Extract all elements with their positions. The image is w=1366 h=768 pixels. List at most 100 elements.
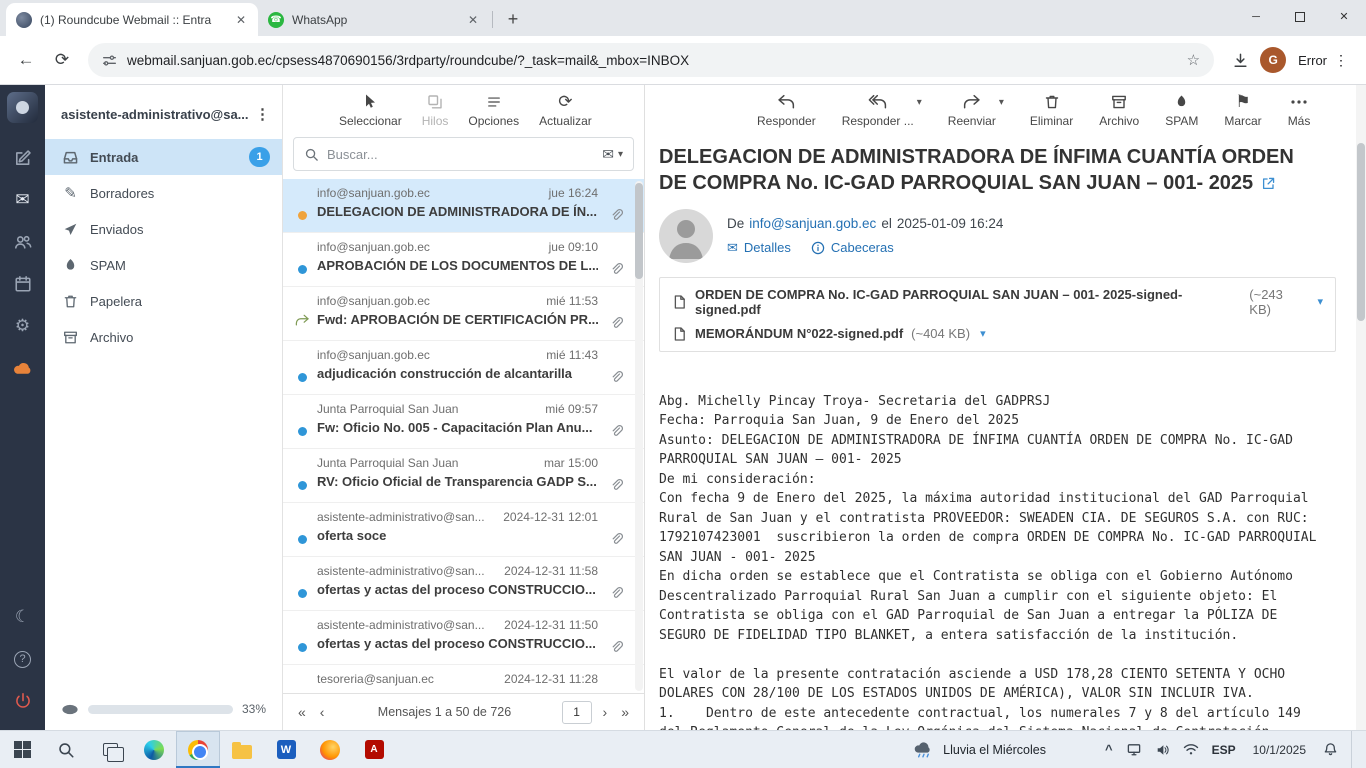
close-window-button[interactable]: ✕ xyxy=(1322,0,1366,33)
taskbar-search-button[interactable] xyxy=(44,731,88,768)
dark-mode-moon-icon[interactable]: ☾ xyxy=(0,596,45,638)
message-scrollbar[interactable] xyxy=(1356,85,1366,730)
spam-button[interactable]: SPAM xyxy=(1165,92,1198,128)
archive-button[interactable]: Archivo xyxy=(1099,92,1139,128)
tab-whatsapp[interactable]: ☎ WhatsApp ✕ xyxy=(258,3,490,36)
first-page-button[interactable]: « xyxy=(295,704,309,720)
sidebar-item-inbox[interactable]: Entrada 1 xyxy=(45,139,282,175)
sidebar-item-drafts[interactable]: ✎ Borradores xyxy=(45,175,282,211)
prev-page-button[interactable]: ‹ xyxy=(317,704,328,720)
new-tab-button[interactable]: + xyxy=(499,5,527,33)
reply-all-button[interactable]: Responder ... xyxy=(842,92,914,128)
message-scrollbar-thumb[interactable] xyxy=(1357,143,1365,321)
tab-roundcube[interactable]: (1) Roundcube Webmail :: Entra ✕ xyxy=(6,3,258,36)
list-item[interactable]: asistente-administrativo@san...2024-12-3… xyxy=(283,503,644,557)
bookmark-star-icon[interactable]: ☆ xyxy=(1187,51,1200,69)
calendar-icon[interactable] xyxy=(0,263,45,305)
sidebar-item-archive[interactable]: Archivo xyxy=(45,319,282,355)
attachment-name[interactable]: ORDEN DE COMPRA No. IC-GAD PARROQUIAL SA… xyxy=(695,287,1241,317)
tab-close-icon[interactable]: ✕ xyxy=(232,11,250,29)
reply-button[interactable]: Responder xyxy=(757,92,816,128)
browser-profile-avatar[interactable]: G xyxy=(1260,47,1286,73)
task-view-button[interactable] xyxy=(88,731,132,768)
list-item[interactable]: info@sanjuan.gob.ecjue 16:24 DELEGACION … xyxy=(283,179,644,233)
show-desktop-strip[interactable] xyxy=(1351,731,1356,768)
wifi-icon[interactable] xyxy=(1183,743,1199,756)
sidebar-item-sent[interactable]: Enviados xyxy=(45,211,282,247)
next-page-button[interactable]: › xyxy=(600,704,611,720)
omnibox[interactable]: webmail.sanjuan.gob.ec/cpsess4870690156/… xyxy=(88,43,1214,77)
list-item[interactable]: tesoreria@sanjuan.ec2024-12-31 11:28 xyxy=(283,665,644,693)
search-input[interactable] xyxy=(327,147,594,162)
account-menu-icon[interactable]: ⋮ xyxy=(255,105,270,123)
reload-button[interactable]: ⟳ xyxy=(46,44,78,76)
attachment-item[interactable]: MEMORÁNDUM N°022-signed.pdf (~404 KB) ▾ xyxy=(672,326,1323,342)
sidebar-item-spam[interactable]: SPAM xyxy=(45,247,282,283)
forward-caret-icon[interactable]: ▾ xyxy=(999,97,1004,108)
attachment-menu-caret-icon[interactable]: ▾ xyxy=(980,327,986,340)
list-item[interactable]: info@sanjuan.gob.ecmié 11:43 adjudicació… xyxy=(283,341,644,395)
minimize-button[interactable]: ─ xyxy=(1234,0,1278,33)
refresh-button[interactable]: ⟳ Actualizar xyxy=(539,92,592,128)
downloads-icon[interactable] xyxy=(1224,44,1256,76)
page-number-input[interactable] xyxy=(562,701,592,724)
delete-button[interactable]: Eliminar xyxy=(1030,92,1073,128)
unread-dot xyxy=(298,643,307,652)
compose-icon[interactable] xyxy=(0,137,45,179)
mail-icon[interactable]: ✉ xyxy=(0,179,45,221)
last-page-button[interactable]: » xyxy=(618,704,632,720)
sender-email-link[interactable]: info@sanjuan.gob.ec xyxy=(749,216,876,231)
open-in-new-window-icon[interactable] xyxy=(1261,176,1276,191)
notifications-bell-icon[interactable] xyxy=(1323,742,1338,757)
list-item[interactable]: asistente-administrativo@san...2024-12-3… xyxy=(283,557,644,611)
list-item[interactable]: Junta Parroquial San Juanmar 15:00 RV: O… xyxy=(283,449,644,503)
taskbar-acrobat-button[interactable]: A xyxy=(352,731,396,768)
attachment-menu-caret-icon[interactable]: ▾ xyxy=(1317,295,1323,308)
forward-button[interactable]: Reenviar xyxy=(948,92,996,128)
list-item[interactable]: info@sanjuan.gob.ecmié 11:53 Fwd: APROBA… xyxy=(283,287,644,341)
list-scrollbar[interactable] xyxy=(635,181,643,691)
help-icon[interactable]: ? xyxy=(0,638,45,680)
details-link[interactable]: ✉ Detalles xyxy=(727,240,791,256)
settings-gear-icon[interactable]: ⚙ xyxy=(0,305,45,347)
taskbar-chrome-button[interactable] xyxy=(176,731,220,768)
select-button[interactable]: Seleccionar xyxy=(339,92,402,128)
options-button[interactable]: Opciones xyxy=(468,92,519,128)
cpanel-icon[interactable] xyxy=(0,347,45,389)
tray-overflow-caret-icon[interactable]: ^ xyxy=(1105,742,1113,757)
start-button[interactable] xyxy=(0,731,44,768)
tab-close-icon[interactable]: ✕ xyxy=(464,11,482,29)
url-text[interactable]: webmail.sanjuan.gob.ec/cpsess4870690156/… xyxy=(127,53,1177,68)
browser-menu-button[interactable]: Error ⋮ xyxy=(1290,48,1356,73)
logout-power-icon[interactable] xyxy=(0,680,45,722)
more-button[interactable]: Más xyxy=(1288,92,1311,128)
monitor-icon[interactable] xyxy=(1126,742,1142,757)
list-item[interactable]: asistente-administrativo@san...2024-12-3… xyxy=(283,611,644,665)
list-scrollbar-thumb[interactable] xyxy=(635,183,643,279)
search-scope-selector[interactable]: ✉ ▾ xyxy=(602,146,623,163)
headers-link[interactable]: Cabeceras xyxy=(811,240,894,256)
maximize-button[interactable] xyxy=(1278,0,1322,33)
taskbar-word-button[interactable]: W xyxy=(264,731,308,768)
sidebar-item-trash[interactable]: Papelera xyxy=(45,283,282,319)
taskbar-firefox-button[interactable] xyxy=(308,731,352,768)
weather-widget[interactable]: Lluvia el Miércoles xyxy=(913,742,1046,758)
language-indicator[interactable]: ESP xyxy=(1212,743,1236,757)
taskbar-clock[interactable]: 10/1/2025 xyxy=(1249,743,1310,757)
speaker-icon[interactable] xyxy=(1155,743,1170,757)
site-info-icon[interactable] xyxy=(102,53,117,68)
back-button[interactable]: ← xyxy=(10,44,42,76)
attachment-item[interactable]: ORDEN DE COMPRA No. IC-GAD PARROQUIAL SA… xyxy=(672,287,1323,317)
threads-button[interactable]: Hilos xyxy=(422,92,449,128)
reply-all-caret-icon[interactable]: ▾ xyxy=(917,97,922,108)
taskbar-file-explorer-button[interactable] xyxy=(220,731,264,768)
msg-subject: RV: Oficio Oficial de Transparencia GADP… xyxy=(317,474,598,489)
list-item[interactable]: Junta Parroquial San Juanmié 09:57 Fw: O… xyxy=(283,395,644,449)
contacts-icon[interactable] xyxy=(0,221,45,263)
unread-count-badge: 1 xyxy=(249,147,270,167)
mark-button[interactable]: ⚑ Marcar xyxy=(1224,92,1261,128)
list-item[interactable]: info@sanjuan.gob.ecjue 09:10 APROBACIÓN … xyxy=(283,233,644,287)
weather-label: Lluvia el Miércoles xyxy=(943,743,1046,757)
attachment-name[interactable]: MEMORÁNDUM N°022-signed.pdf xyxy=(695,326,903,341)
taskbar-edge-button[interactable] xyxy=(132,731,176,768)
